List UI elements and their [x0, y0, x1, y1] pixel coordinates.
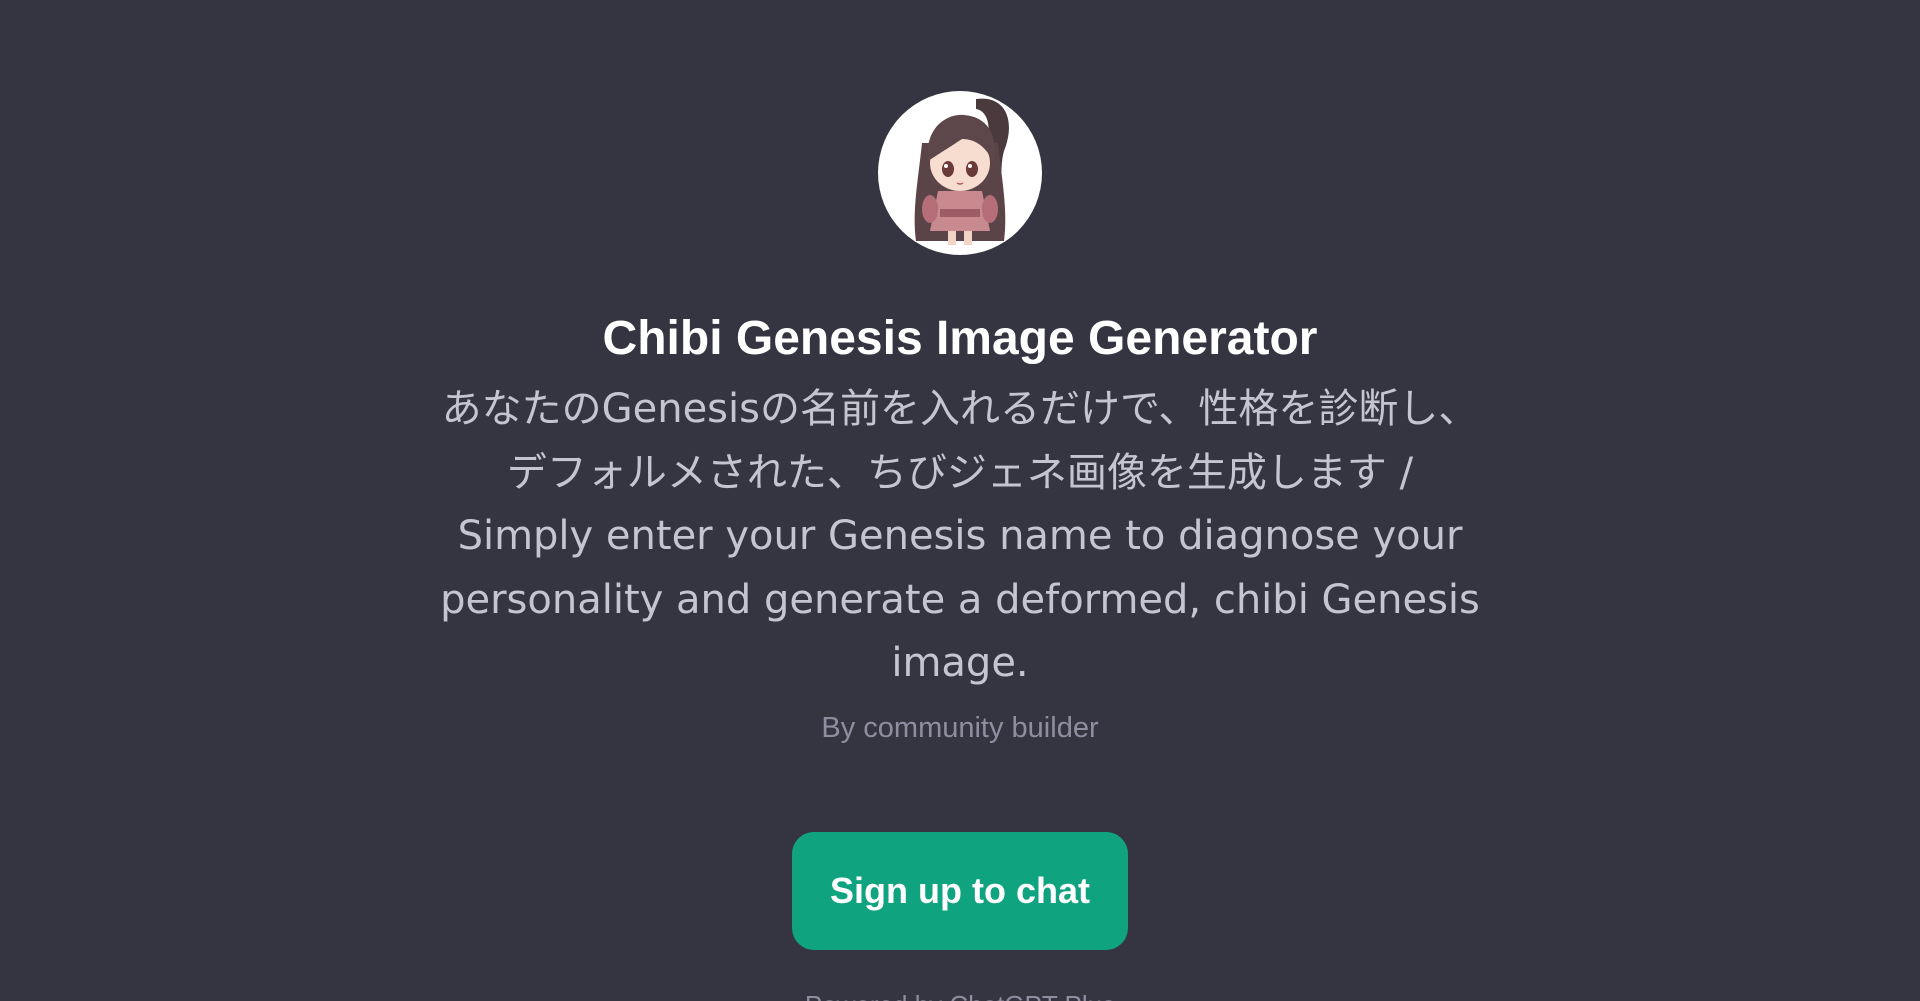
sign-up-to-chat-button[interactable]: Sign up to chat [792, 832, 1128, 950]
gpt-description: あなたのGenesisの名前を入れるだけで、性格を診断し、デフォルメされた、ちび… [440, 386, 1480, 686]
gpt-byline: By community builder [821, 712, 1099, 744]
gpt-title: Chibi Genesis Image Generator [602, 312, 1318, 365]
powered-by-footer: Powered by ChatGPT Plus [0, 990, 1920, 1001]
chibi-character-icon [914, 98, 1009, 245]
gpt-landing-page: Chibi Genesis Image Generator あなたのGenesi… [0, 0, 1920, 1001]
gpt-avatar [878, 91, 1042, 255]
